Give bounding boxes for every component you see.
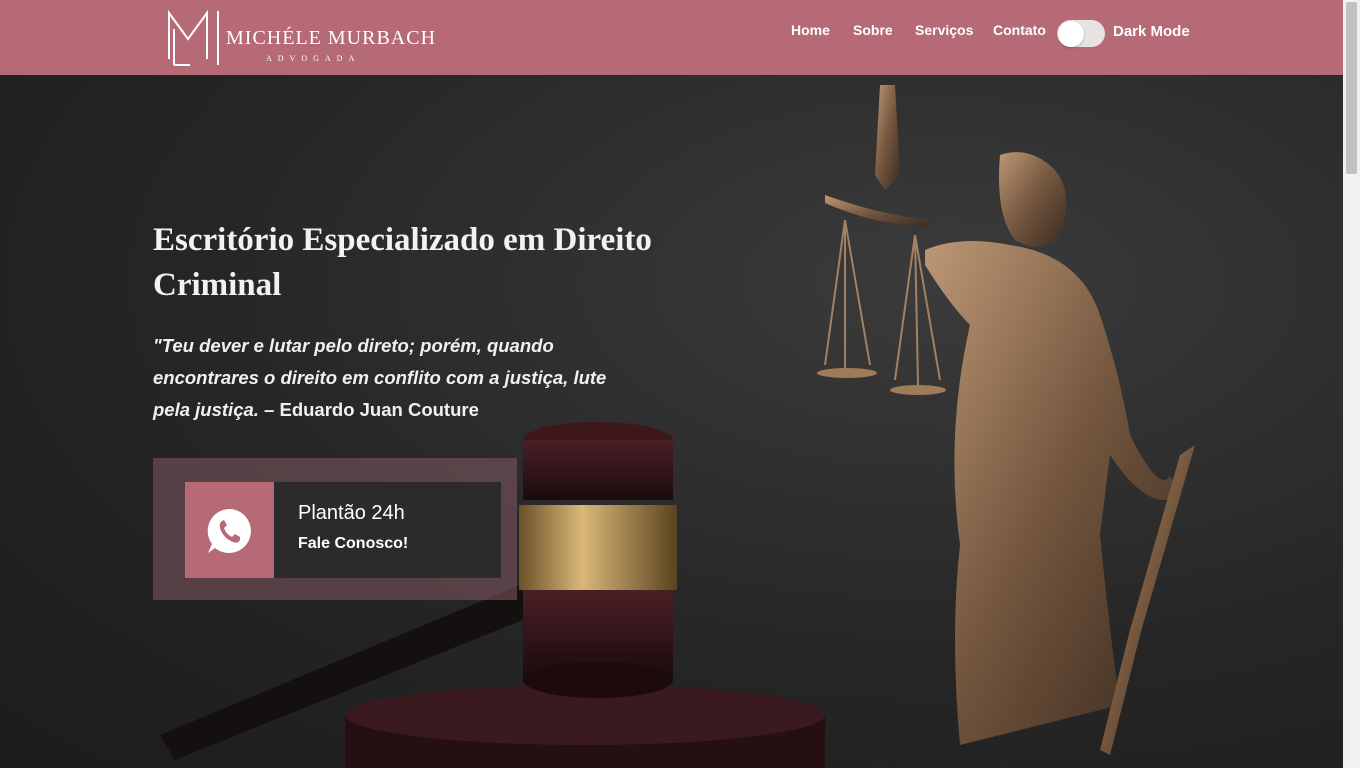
brand-name: MICHÉLE MURBACH bbox=[226, 27, 437, 49]
dark-mode-label: Dark Mode bbox=[1113, 23, 1190, 40]
monogram-ml-icon bbox=[168, 9, 219, 66]
cta-title: Plantão 24h bbox=[298, 502, 405, 524]
nav-sobre[interactable]: Sobre bbox=[853, 22, 893, 42]
whatsapp-contact-button[interactable]: Plantão 24h Fale Conosco! bbox=[185, 482, 501, 578]
scrollbar-thumb[interactable] bbox=[1346, 2, 1357, 174]
site-header: MICHÉLE MURBACH ADVOGADA Home Sobre Serv… bbox=[0, 0, 1343, 75]
whatsapp-icon bbox=[207, 508, 251, 553]
cta-icon-box bbox=[185, 482, 274, 578]
hero-quote: "Teu dever e lutar pelo direto; porém, q… bbox=[153, 330, 643, 426]
hero-headline: Escritório Especializado em Direito Crim… bbox=[153, 222, 652, 303]
cta-container: Plantão 24h Fale Conosco! bbox=[153, 458, 517, 600]
nav-home[interactable]: Home bbox=[791, 22, 830, 42]
nav-servicos[interactable]: Serviços bbox=[915, 22, 973, 42]
brand-subtitle: ADVOGADA bbox=[266, 54, 361, 63]
brand-logo[interactable]: MICHÉLE MURBACH ADVOGADA bbox=[166, 9, 435, 67]
hero-section: Escritório Especializado em Direito Crim… bbox=[0, 75, 1343, 768]
toggle-knob bbox=[1058, 21, 1084, 47]
nav-contato[interactable]: Contato bbox=[993, 22, 1046, 42]
dark-mode-toggle[interactable] bbox=[1057, 20, 1105, 47]
page-scrollbar[interactable] bbox=[1343, 0, 1360, 768]
cta-subtitle: Fale Conosco! bbox=[298, 535, 409, 552]
quote-author: – Eduardo Juan Couture bbox=[264, 399, 479, 420]
